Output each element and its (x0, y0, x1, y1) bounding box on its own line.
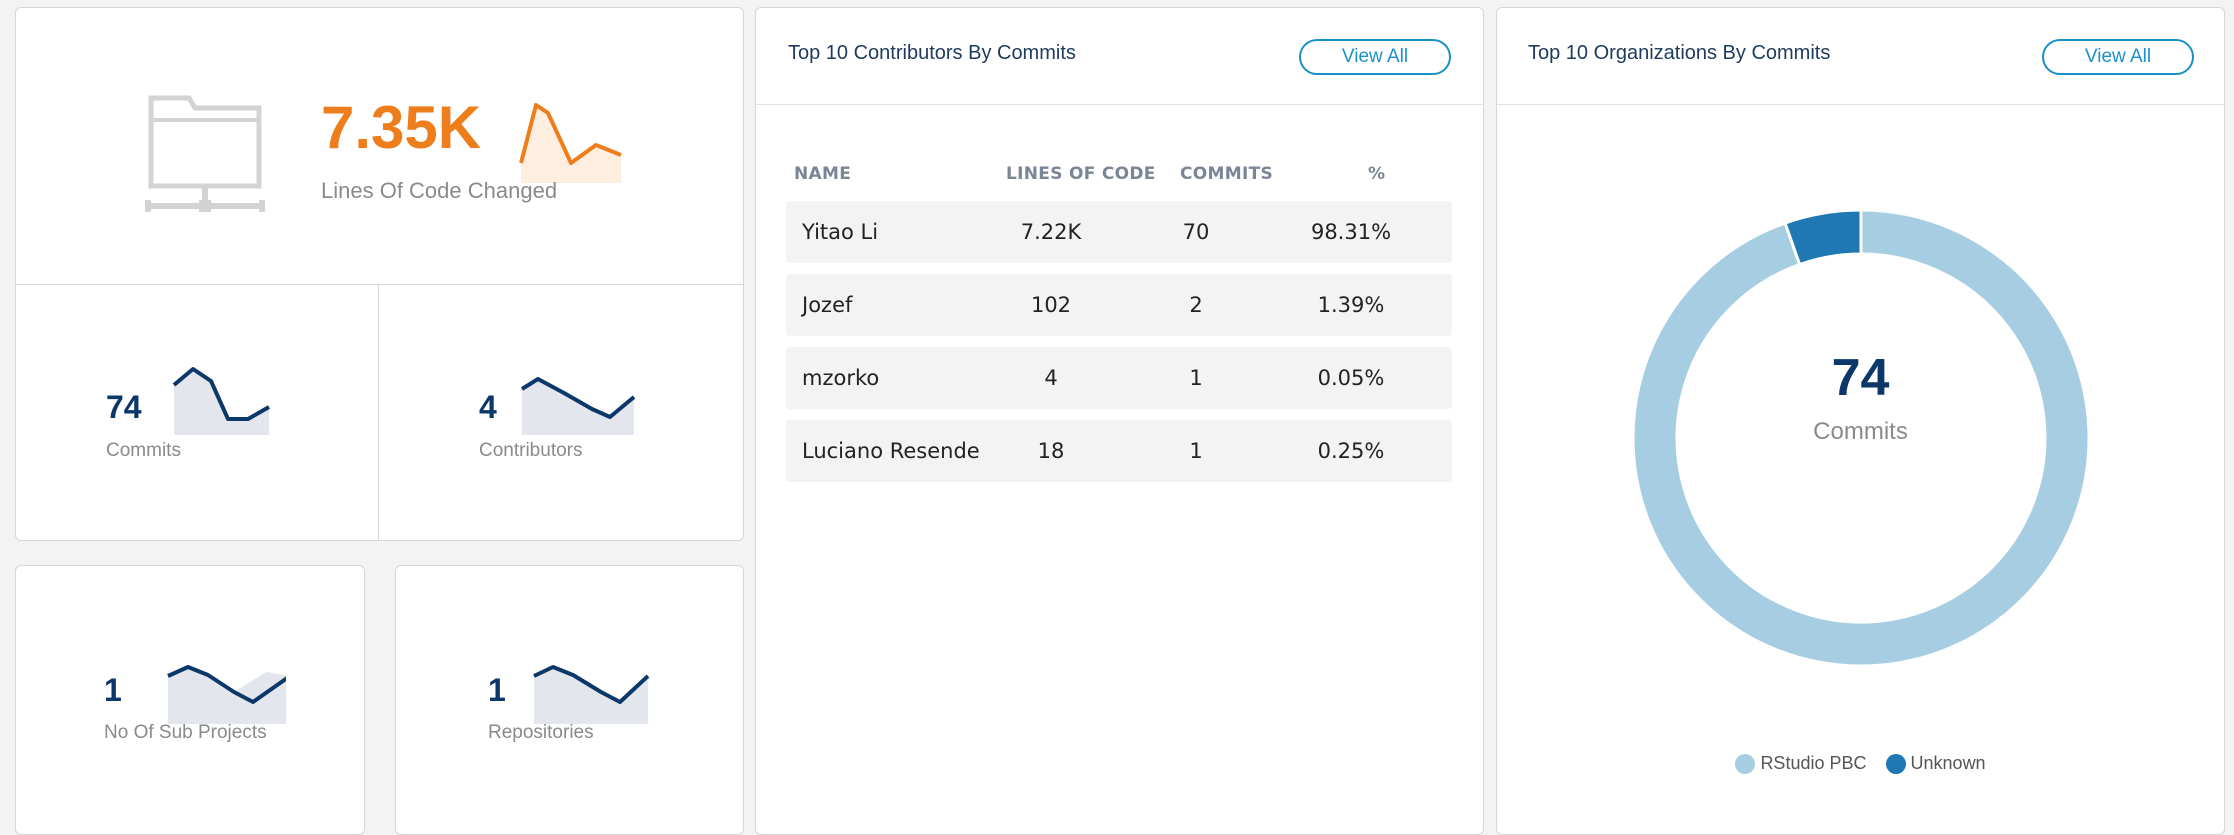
lines-changed-sparkline (506, 93, 646, 188)
repositories-value: 1 (488, 672, 506, 708)
donut-center-value: 74 (1831, 349, 1890, 407)
row-name: Jozef (802, 293, 853, 317)
repositories-sparkline (526, 654, 661, 729)
organizations-panel: Top 10 Organizations By Commits View All… (1496, 7, 2225, 835)
row-loc: 18 (1037, 439, 1065, 463)
subprojects-sparkline (156, 654, 292, 729)
repositories-card: 1 Repositories (395, 565, 744, 835)
divider (1497, 104, 2224, 105)
donut-center-label: Commits (1813, 418, 1908, 445)
lines-changed-card: 7.35K Lines Of Code Changed (15, 7, 744, 285)
legend-label: RStudio PBC (1760, 753, 1867, 773)
legend-swatch (1735, 754, 1756, 775)
divider (756, 104, 1483, 105)
subprojects-card: 1 No Of Sub Projects (15, 565, 365, 835)
row-name: mzorko (802, 366, 880, 390)
column-header-pct[interactable]: % (1368, 164, 1385, 184)
contributors-value: 4 (479, 389, 497, 425)
row-pct: 1.39% (1317, 293, 1385, 317)
row-commits: 2 (1189, 293, 1203, 317)
commits-card: 74 Commits (15, 284, 379, 541)
subprojects-value: 1 (104, 672, 122, 708)
row-loc: 102 (1030, 293, 1072, 317)
column-header-loc[interactable]: LINES OF CODE (1006, 164, 1156, 184)
organizations-title: Top 10 Organizations By Commits (1528, 42, 1831, 64)
commits-sparkline (166, 355, 296, 440)
row-commits: 1 (1189, 366, 1203, 390)
donut-slice-unknown[interactable] (1783, 208, 1863, 267)
row-name: Luciano Resende (802, 439, 980, 463)
row-pct: 0.05% (1317, 366, 1385, 390)
contributors-card: 4 Contributors (378, 284, 744, 541)
repositories-label: Repositories (488, 722, 594, 743)
column-header-name[interactable]: NAME (794, 164, 851, 184)
row-commits: 70 (1182, 220, 1210, 244)
chart-legend: RStudio PBC Unknown (1497, 753, 2224, 775)
commits-value: 74 (106, 389, 142, 425)
table-row[interactable]: Luciano Resende 18 1 0.25% (786, 420, 1452, 482)
lines-changed-label: Lines Of Code Changed (321, 178, 558, 203)
contributors-view-all-button[interactable]: View All (1299, 39, 1451, 75)
legend-item-unknown[interactable]: Unknown (1885, 753, 1986, 775)
legend-item-rstudio[interactable]: RStudio PBC (1735, 753, 1871, 775)
table-row[interactable]: Jozef 102 2 1.39% (786, 274, 1452, 336)
row-pct: 0.25% (1317, 439, 1385, 463)
organizations-view-all-button[interactable]: View All (2042, 39, 2194, 75)
row-loc: 7.22K (1020, 220, 1082, 244)
contributors-table-panel: Top 10 Contributors By Commits View All … (755, 7, 1484, 835)
lines-changed-value: 7.35K (321, 94, 482, 161)
row-commits: 1 (1189, 439, 1203, 463)
row-name: Yitao Li (802, 220, 879, 244)
contributors-table-title: Top 10 Contributors By Commits (788, 42, 1076, 64)
row-loc: 4 (1044, 366, 1058, 390)
contributors-sparkline (514, 355, 644, 440)
subprojects-label: No Of Sub Projects (104, 722, 267, 743)
column-header-commits[interactable]: COMMITS (1180, 164, 1273, 184)
row-pct: 98.31% (1310, 220, 1392, 244)
folder-network-icon (129, 88, 279, 218)
contributors-label: Contributors (479, 440, 583, 461)
table-row[interactable]: Yitao Li 7.22K 70 98.31% (786, 201, 1452, 263)
commits-label: Commits (106, 440, 181, 461)
legend-label: Unknown (1910, 753, 1986, 773)
legend-swatch (1885, 754, 1906, 775)
table-row[interactable]: mzorko 4 1 0.05% (786, 347, 1452, 409)
